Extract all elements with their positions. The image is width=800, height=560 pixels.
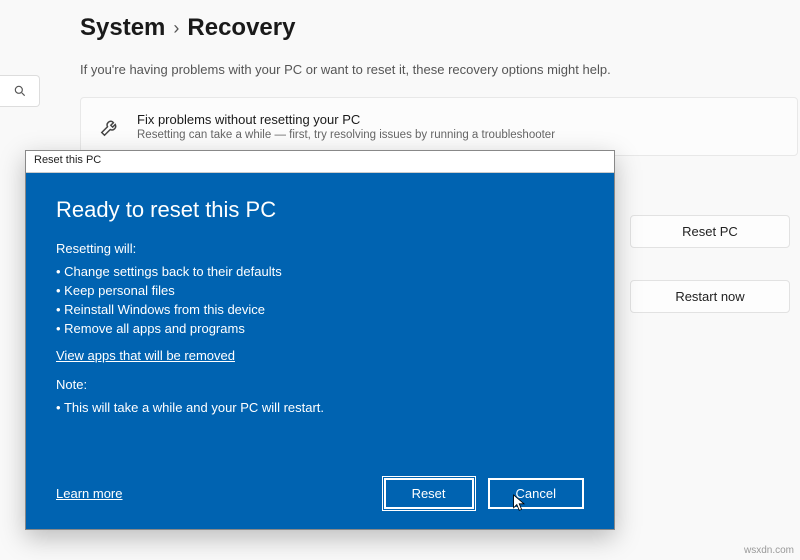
search-box[interactable]: [0, 75, 40, 107]
watermark: wsxdn.com: [744, 545, 794, 556]
wrench-icon: [99, 116, 121, 138]
recovery-page: System › Recovery If you're having probl…: [80, 14, 800, 156]
learn-more-link[interactable]: Learn more: [56, 486, 122, 501]
bullet-item: Keep personal files: [56, 281, 584, 300]
note-label: Note:: [56, 377, 584, 392]
bullet-item: Change settings back to their defaults: [56, 262, 584, 281]
dialog-buttons: Reset Cancel: [384, 478, 584, 509]
breadcrumb-current: Recovery: [187, 14, 295, 42]
breadcrumb-parent[interactable]: System: [80, 14, 165, 42]
restart-now-button[interactable]: Restart now: [630, 280, 790, 313]
troubleshoot-card[interactable]: Fix problems without resetting your PC R…: [80, 97, 798, 156]
side-panel: Reset PC Restart now: [630, 215, 790, 345]
cancel-button[interactable]: Cancel: [488, 478, 584, 509]
reset-button[interactable]: Reset: [384, 478, 474, 509]
reset-will-label: Resetting will:: [56, 241, 584, 256]
bullet-item: Remove all apps and programs: [56, 319, 584, 338]
note-bullets: This will take a while and your PC will …: [56, 398, 584, 417]
dialog-titlebar[interactable]: Reset this PC: [26, 151, 614, 173]
reset-pc-button[interactable]: Reset PC: [630, 215, 790, 248]
bullet-item: Reinstall Windows from this device: [56, 300, 584, 319]
dialog-footer: Learn more Reset Cancel: [56, 478, 584, 509]
search-icon: [13, 84, 27, 98]
view-apps-link[interactable]: View apps that will be removed: [56, 348, 584, 363]
card-subtitle: Resetting can take a while — first, try …: [137, 129, 555, 141]
dialog-heading: Ready to reset this PC: [56, 197, 584, 223]
chevron-right-icon: ›: [173, 18, 179, 39]
dialog-body: Ready to reset this PC Resetting will: C…: [26, 173, 614, 529]
card-title: Fix problems without resetting your PC: [137, 112, 555, 127]
reset-bullets: Change settings back to their defaults K…: [56, 262, 584, 338]
reset-pc-dialog: Reset this PC Ready to reset this PC Res…: [25, 150, 615, 530]
bullet-item: This will take a while and your PC will …: [56, 398, 584, 417]
page-subtitle: If you're having problems with your PC o…: [80, 62, 798, 77]
breadcrumb[interactable]: System › Recovery: [80, 14, 798, 42]
card-text: Fix problems without resetting your PC R…: [137, 112, 555, 141]
